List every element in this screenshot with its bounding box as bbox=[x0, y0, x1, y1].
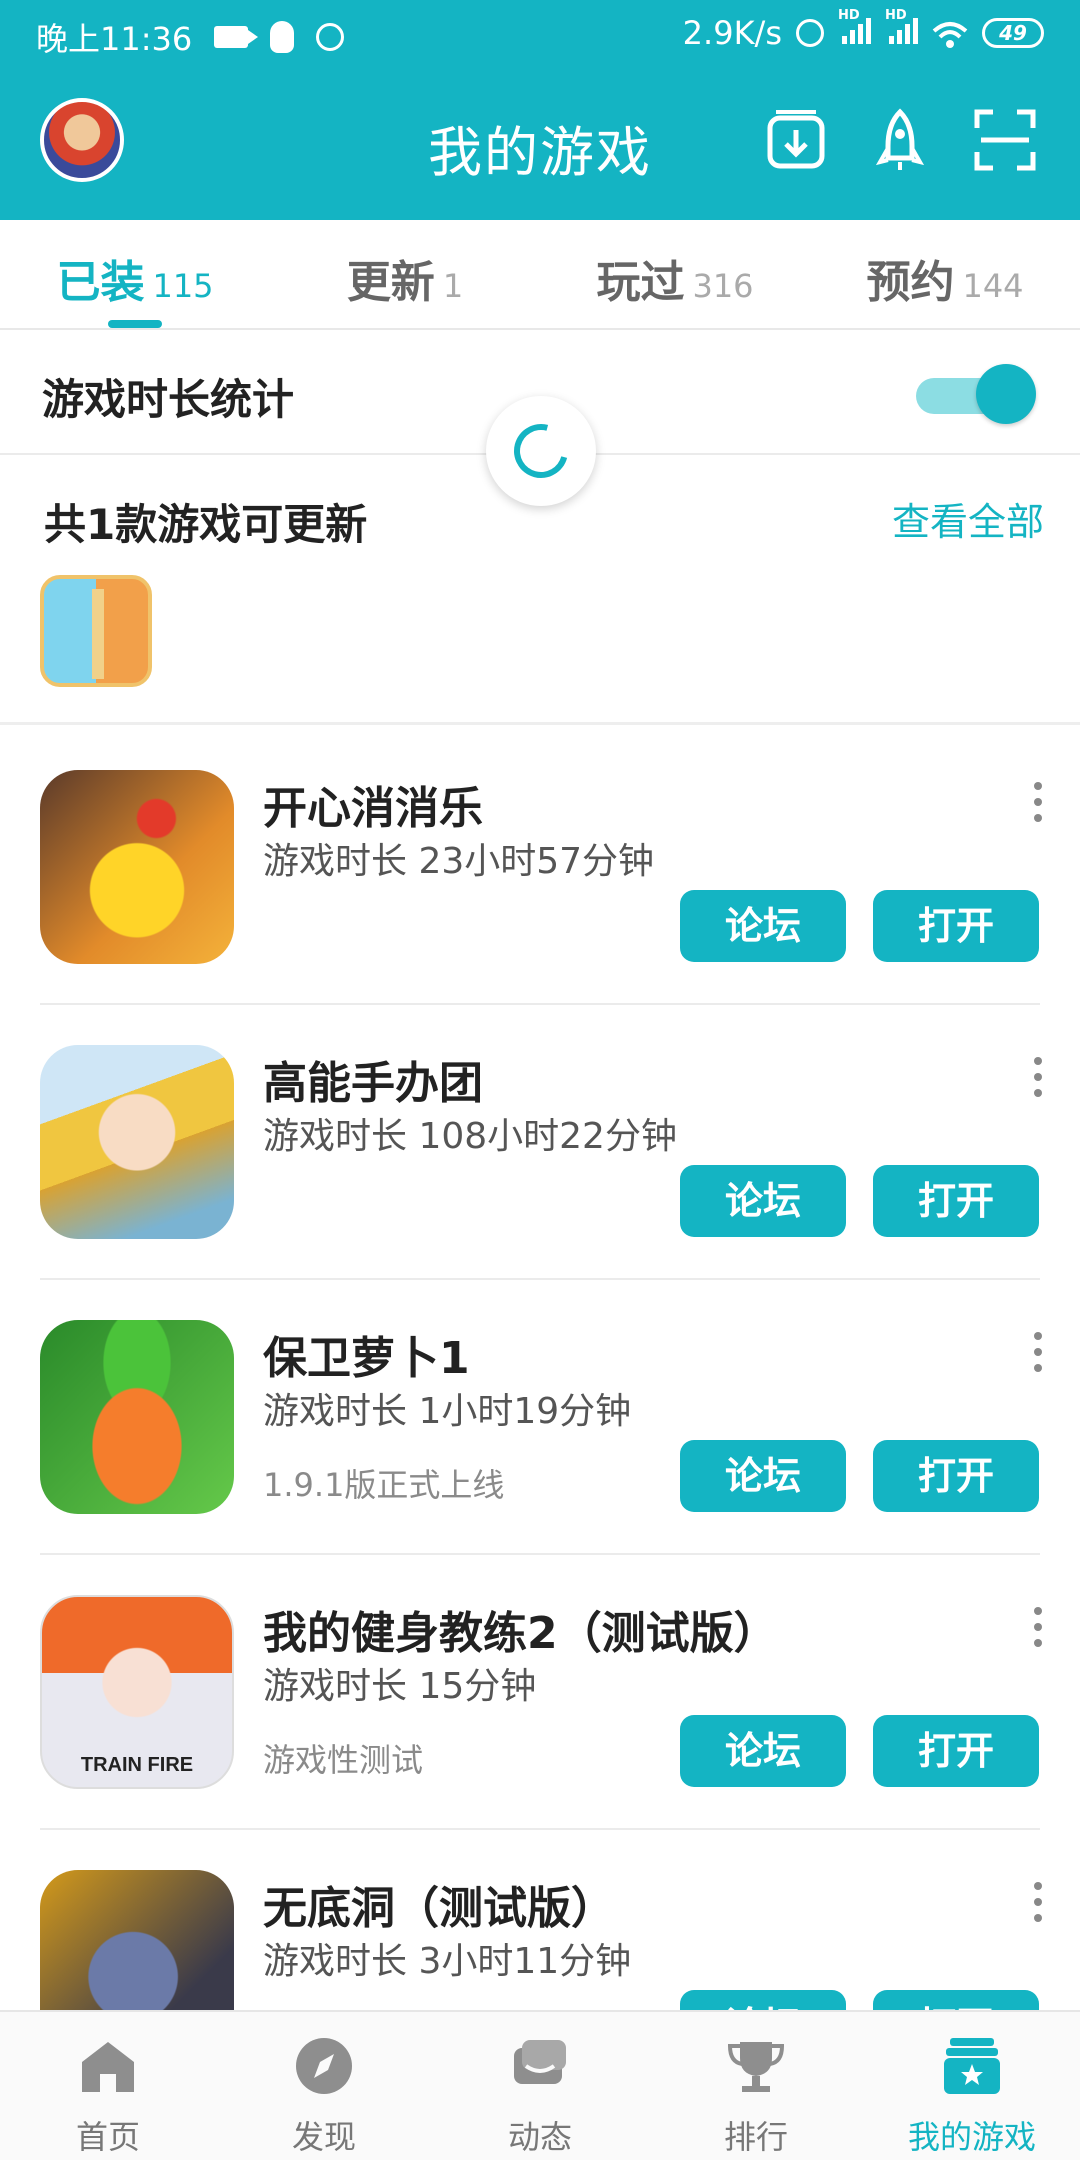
game-play-time: 游戏时长 108小时22分钟 bbox=[263, 1116, 677, 1157]
scan-button[interactable] bbox=[973, 108, 1037, 172]
game-play-time: 游戏时长 3小时11分钟 bbox=[263, 1941, 632, 1982]
tab-label: 玩过 bbox=[596, 257, 685, 308]
nav-activity[interactable]: 动态 bbox=[432, 2012, 648, 2160]
tab-label: 已装 bbox=[56, 257, 145, 308]
status-bar: 晚上11:36 2.9K/s HD HD 49 bbox=[0, 0, 1080, 70]
game-note: 1.9.1版正式上线 bbox=[263, 1466, 505, 1504]
app-header: 晚上11:36 2.9K/s HD HD 49 我的游戏 bbox=[0, 0, 1080, 220]
nav-home[interactable]: 首页 bbox=[0, 2012, 216, 2160]
game-name: 开心消消乐 bbox=[263, 783, 483, 834]
game-play-time: 游戏时长 1小时19分钟 bbox=[263, 1391, 632, 1432]
nav-ranking[interactable]: 排行 bbox=[648, 2012, 864, 2160]
updates-count-label: 共1款游戏可更新 bbox=[44, 500, 368, 549]
nav-discover[interactable]: 发现 bbox=[216, 2012, 432, 2160]
game-name: 高能手办团 bbox=[263, 1058, 483, 1109]
status-time: 晚上11:36 bbox=[36, 20, 193, 58]
more-options-icon[interactable] bbox=[1034, 1882, 1044, 1922]
tab-reserved[interactable]: 预约 144 bbox=[810, 220, 1080, 328]
view-all-link[interactable]: 查看全部 bbox=[892, 491, 1044, 546]
signal-icon: HD bbox=[838, 8, 871, 52]
more-options-icon[interactable] bbox=[1034, 782, 1044, 822]
game-play-time: 游戏时长 15分钟 bbox=[263, 1666, 537, 1707]
play-time-stats-label: 游戏时长统计 bbox=[42, 375, 295, 424]
forum-button[interactable]: 论坛 bbox=[680, 890, 846, 962]
game-item[interactable]: 开心消消乐 游戏时长 23小时57分钟 论坛 打开 bbox=[0, 730, 1080, 1005]
tab-played[interactable]: 玩过 316 bbox=[540, 220, 810, 328]
nav-label: 我的游戏 bbox=[907, 2118, 1036, 2156]
scan-icon bbox=[974, 109, 1036, 171]
network-speed: 2.9K/s bbox=[682, 14, 782, 52]
more-options-icon[interactable] bbox=[1034, 1607, 1044, 1647]
game-tabs: 已装 115 更新 1 玩过 316 预约 144 bbox=[0, 220, 1080, 330]
home-icon bbox=[82, 2042, 134, 2092]
game-icon[interactable]: TRAIN FIRE bbox=[40, 1595, 234, 1789]
play-time-stats-toggle[interactable] bbox=[910, 364, 1036, 424]
timer-icon bbox=[316, 23, 345, 51]
forum-button[interactable]: 论坛 bbox=[680, 1440, 846, 1512]
video-icon bbox=[214, 26, 259, 48]
signal-icon-2: HD bbox=[885, 8, 918, 52]
rocket-button[interactable] bbox=[868, 108, 932, 172]
game-icon[interactable] bbox=[40, 770, 234, 964]
nav-my-games[interactable]: 我的游戏 bbox=[864, 2012, 1080, 2160]
tab-installed[interactable]: 已装 115 bbox=[0, 220, 270, 328]
more-options-icon[interactable] bbox=[1034, 1057, 1044, 1097]
qq-icon bbox=[270, 21, 295, 53]
tab-label: 预约 bbox=[866, 257, 955, 308]
compass-icon bbox=[296, 2038, 352, 2094]
game-item[interactable]: TRAIN FIRE 我的健身教练2（测试版） 游戏时长 15分钟 游戏性测试 … bbox=[0, 1555, 1080, 1830]
nav-label: 发现 bbox=[291, 2118, 356, 2156]
forum-button[interactable]: 论坛 bbox=[680, 1715, 846, 1787]
toggle-knob bbox=[976, 364, 1036, 424]
trophy-icon bbox=[727, 2042, 785, 2092]
chat-icon bbox=[514, 2040, 566, 2084]
game-play-time: 游戏时长 23小时57分钟 bbox=[263, 841, 655, 882]
tab-count: 1 bbox=[442, 267, 464, 305]
tab-updates[interactable]: 更新 1 bbox=[270, 220, 540, 328]
nav-label: 首页 bbox=[75, 2118, 140, 2156]
tab-label: 更新 bbox=[346, 257, 435, 308]
pipe-graphic bbox=[92, 589, 104, 679]
battery-icon: 49 bbox=[982, 18, 1044, 48]
game-icon-text: TRAIN FIRE bbox=[80, 1754, 194, 1776]
rocket-icon bbox=[875, 108, 925, 170]
updates-section: 共1款游戏可更新 查看全部 bbox=[0, 455, 1080, 725]
tab-count: 115 bbox=[152, 267, 214, 305]
game-item[interactable]: 高能手办团 游戏时长 108小时22分钟 论坛 打开 bbox=[0, 1005, 1080, 1280]
game-name: 我的健身教练2（测试版） bbox=[263, 1608, 778, 1659]
open-button[interactable]: 打开 bbox=[873, 1440, 1039, 1512]
wifi-icon bbox=[932, 19, 968, 48]
open-button[interactable]: 打开 bbox=[873, 890, 1039, 962]
tab-count: 144 bbox=[962, 267, 1024, 305]
download-manager-button[interactable] bbox=[764, 108, 828, 172]
update-game-icon[interactable] bbox=[40, 575, 152, 687]
bottom-nav: 首页 发现 动态 排行 我的游戏 bbox=[0, 2010, 1080, 2160]
tab-count: 316 bbox=[692, 267, 754, 305]
game-name: 保卫萝卜1 bbox=[263, 1333, 470, 1384]
game-name: 无底洞（测试版） bbox=[263, 1883, 615, 1934]
download-manager-icon bbox=[767, 110, 825, 169]
my-games-icon bbox=[944, 2038, 1000, 2094]
game-item[interactable]: 保卫萝卜1 游戏时长 1小时19分钟 1.9.1版正式上线 论坛 打开 bbox=[0, 1280, 1080, 1555]
nav-label: 动态 bbox=[507, 2118, 572, 2156]
more-options-icon[interactable] bbox=[1034, 1332, 1044, 1372]
open-button[interactable]: 打开 bbox=[873, 1165, 1039, 1237]
title-bar: 我的游戏 bbox=[0, 70, 1080, 220]
game-icon[interactable] bbox=[40, 1045, 234, 1239]
nav-label: 排行 bbox=[723, 2118, 788, 2156]
game-icon[interactable] bbox=[40, 1320, 234, 1514]
alarm-icon bbox=[796, 19, 824, 47]
tab-indicator bbox=[108, 320, 162, 328]
open-button[interactable]: 打开 bbox=[873, 1715, 1039, 1787]
forum-button[interactable]: 论坛 bbox=[680, 1165, 846, 1237]
game-note: 游戏性测试 bbox=[263, 1741, 424, 1779]
